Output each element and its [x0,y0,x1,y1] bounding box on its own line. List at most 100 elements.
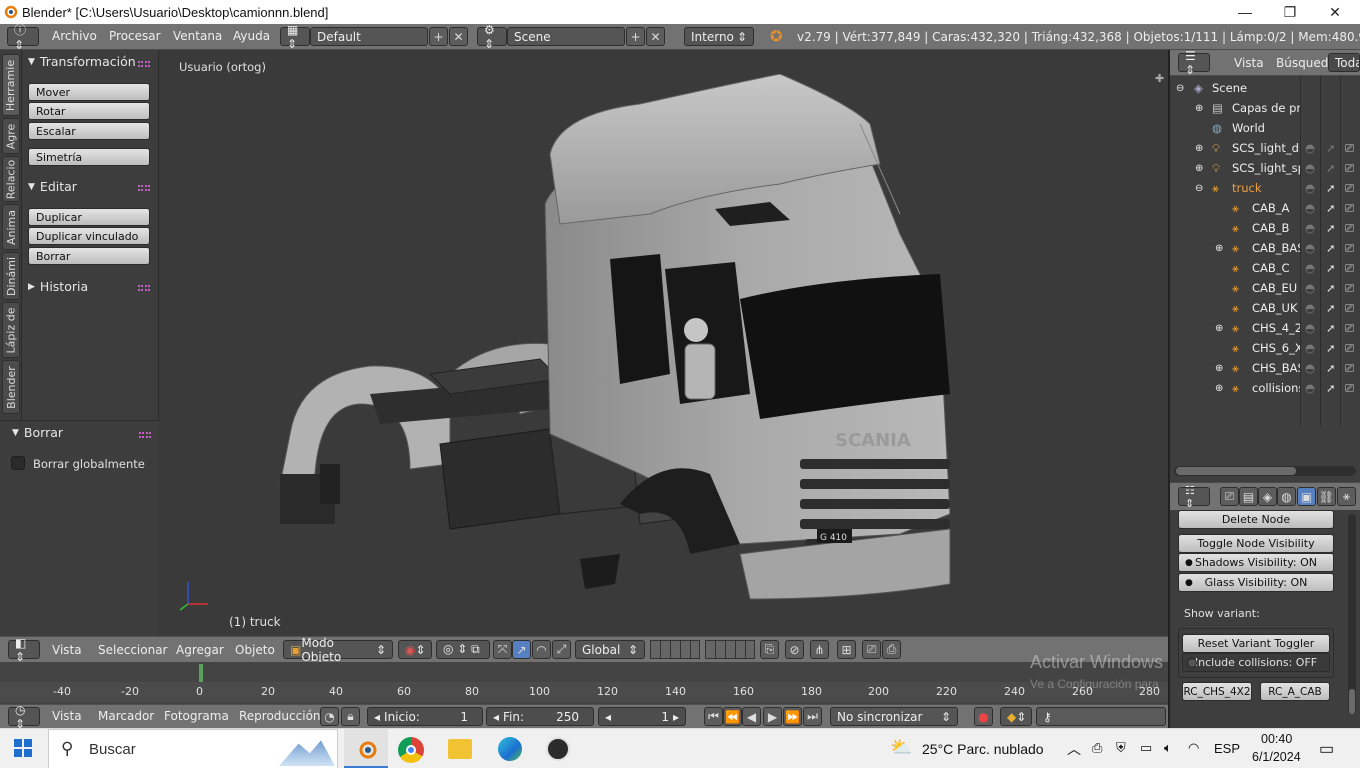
select-arrow-icon[interactable]: ➚ [1326,201,1336,215]
editor-type-timeline-icon[interactable]: ◷ ⇕ [8,703,40,731]
render-camera-icon[interactable]: ⎚ [1345,201,1354,216]
reset-variant-button[interactable]: Reset Variant Toggler [1182,634,1330,653]
screen-layout-icon[interactable]: ▦ ⇕ [280,23,310,51]
scene-icon[interactable]: ⚙ ⇕ [477,23,507,51]
expand-icon[interactable]: ⊕ [1195,143,1203,154]
language-indicator[interactable]: ESP [1214,741,1240,756]
visibility-eye-icon[interactable]: ◓ [1305,281,1315,295]
clock-date[interactable]: 6/1/2024 [1252,750,1301,764]
timeline-ruler[interactable]: -40 -20 0 20 40 60 80 100 120 140 160 18… [0,682,1168,702]
layer-buttons-right[interactable] [705,640,755,659]
panel-transform-header[interactable]: ▼ Transformación [28,54,136,69]
menu-vista[interactable]: Vista [43,643,91,657]
delete-button[interactable]: Borrar [28,247,150,265]
render-camera-icon[interactable]: ⎚ [1345,281,1354,296]
select-arrow-icon[interactable]: ➚ [1326,321,1336,335]
drag-grip-icon[interactable] [138,185,150,191]
visibility-eye-icon[interactable]: ◓ [1305,221,1315,235]
variant-a-cab-button[interactable]: RC_A_CAB [1260,682,1330,701]
panel-edit-header[interactable]: ▼ Editar [28,179,77,194]
scrollbar-thumb[interactable] [1349,689,1355,714]
render-camera-icon[interactable]: ⎚ [1345,261,1354,276]
manipulator-toggle-icon[interactable]: ⤧ [493,640,512,659]
taskbar-search-box[interactable]: ⚲ Buscar [48,729,338,768]
editor-type-outliner-icon[interactable]: ☰ ⇕ [1178,49,1210,77]
visibility-eye-icon[interactable]: ◓ [1305,161,1315,175]
outliner-row-cab-uk[interactable]: ⚹ CAB_UK ◓ ➚ ⎚ [1170,298,1360,318]
play-icon[interactable]: ▶ [763,707,782,726]
render-tab-icon[interactable]: ⎚ [1220,487,1239,506]
select-arrow-icon[interactable]: ➚ [1326,141,1336,155]
mirror-button[interactable]: Simetría [28,148,150,166]
tab-lapiz[interactable]: Lápiz de [2,302,20,358]
outliner-row-light-specular[interactable]: ⊕ 💡︎ SCS_light_spec ◓ ➚ ⎚ [1170,158,1360,178]
duplicate-button[interactable]: Duplicar [28,208,150,226]
outliner-row-world[interactable]: ◍ World [1170,118,1360,138]
render-anim-icon[interactable]: ⎙ [882,640,901,659]
visibility-eye-icon[interactable]: ◓ [1305,361,1315,375]
mode-select[interactable]: ▣ Modo Objeto ⇕ [283,636,393,664]
render-engine-select[interactable]: Interno ⇕ [684,27,754,46]
render-layers-tab-icon[interactable]: ▤ [1239,487,1258,506]
select-arrow-icon[interactable]: ➚ [1326,161,1336,175]
visibility-eye-icon[interactable]: ◓ [1305,341,1315,355]
world-tab-icon[interactable]: ◍ [1277,487,1296,506]
menu-procesar[interactable]: Procesar [100,29,170,43]
snap-element-icon[interactable]: ⊞ [837,640,856,659]
delete-globally-checkbox[interactable] [11,456,25,470]
tab-dinamica[interactable]: Dinámi [2,252,20,300]
constraints-tab-icon[interactable]: ⛓ [1317,487,1336,506]
render-camera-icon[interactable]: ⎚ [1345,341,1354,356]
drag-grip-icon[interactable] [138,285,150,291]
defender-icon[interactable]: ⛨ [1116,740,1126,756]
tab-animacion[interactable]: Anima [2,204,20,250]
menu-vista-outliner[interactable]: Vista [1225,56,1273,70]
end-frame-field[interactable]: ◂ Fin: 250 [486,707,594,726]
outliner-row-cab-eu[interactable]: ⚹ CAB_EU ◓ ➚ ⎚ [1170,278,1360,298]
duplicate-linked-button[interactable]: Duplicar vinculado [28,227,150,245]
select-arrow-icon[interactable]: ➚ [1326,381,1336,395]
render-camera-icon[interactable]: ⎚ [1345,381,1354,396]
outliner-row-cab-b[interactable]: ⚹ CAB_B ◓ ➚ ⎚ [1170,218,1360,238]
translate-manipulator-icon[interactable]: ↗ [512,640,531,659]
start-frame-field[interactable]: ◂ Inicio: 1 [367,707,483,726]
drag-grip-icon[interactable] [138,61,150,67]
outliner-row-cab-base[interactable]: ⊕ ⚹ CAB_BASE ◓ ➚ ⎚ [1170,238,1360,258]
tab-agregar[interactable]: Agre [2,118,20,154]
select-arrow-icon[interactable]: ➚ [1326,261,1336,275]
battery-icon[interactable]: ▭ [1140,740,1152,756]
viewport-split-icon[interactable]: ✚ [1155,72,1164,85]
3d-viewport[interactable]: Usuario (ortog) ✚ SCANIA G 410 (1) truck [160,50,1168,636]
visibility-eye-icon[interactable]: ◓ [1305,321,1315,335]
next-keyframe-icon[interactable]: ⏩ [783,707,802,726]
render-camera-icon[interactable]: ⎚ [1345,361,1354,376]
render-camera-icon[interactable]: ⎚ [1345,301,1354,316]
move-button[interactable]: Mover [28,83,150,101]
minimize-button[interactable]: — [1222,0,1268,24]
outliner-row-truck[interactable]: ⊖ ⚹ truck ◓ ➚ ⎚ [1170,178,1360,198]
select-arrow-icon[interactable]: ➚ [1326,181,1336,195]
expand-icon[interactable]: ⊕ [1215,323,1223,334]
render-camera-icon[interactable]: ⎚ [1345,221,1354,236]
layer-buttons-left[interactable] [650,640,700,659]
tab-blender[interactable]: Blender [2,360,20,414]
select-arrow-icon[interactable]: ➚ [1326,241,1336,255]
editor-type-properties-icon[interactable]: ☷ ⇕ [1178,484,1210,510]
visibility-eye-icon[interactable]: ◓ [1305,381,1315,395]
current-frame-field[interactable]: ◂ 1 ▸ [598,707,686,726]
outliner-hscrollbar[interactable] [1174,466,1356,476]
current-frame-marker[interactable] [199,664,203,684]
render-camera-icon[interactable]: ⎚ [1345,241,1354,256]
pivot-select[interactable]: ◎ ⇕ ⧉ [436,640,490,659]
expand-icon[interactable]: ⊕ [1215,363,1223,374]
outliner-row-cab-c[interactable]: ⚹ CAB_C ◓ ➚ ⎚ [1170,258,1360,278]
expand-icon[interactable]: ⊕ [1215,243,1223,254]
outliner-row-cab-a[interactable]: ⚹ CAB_A ◓ ➚ ⎚ [1170,198,1360,218]
render-camera-icon[interactable]: ⎚ [1345,161,1354,176]
shadows-visibility-toggle[interactable]: ● Shadows Visibility: ON [1178,553,1334,572]
delete-scene-button[interactable]: ✕ [646,27,665,46]
jump-start-icon[interactable]: ⏮ [704,707,723,726]
keying-set-icon[interactable]: ◆ ⇕ [1000,707,1032,726]
menu-fotograma[interactable]: Fotograma [155,709,238,723]
app-clock-icon[interactable] [546,737,570,761]
